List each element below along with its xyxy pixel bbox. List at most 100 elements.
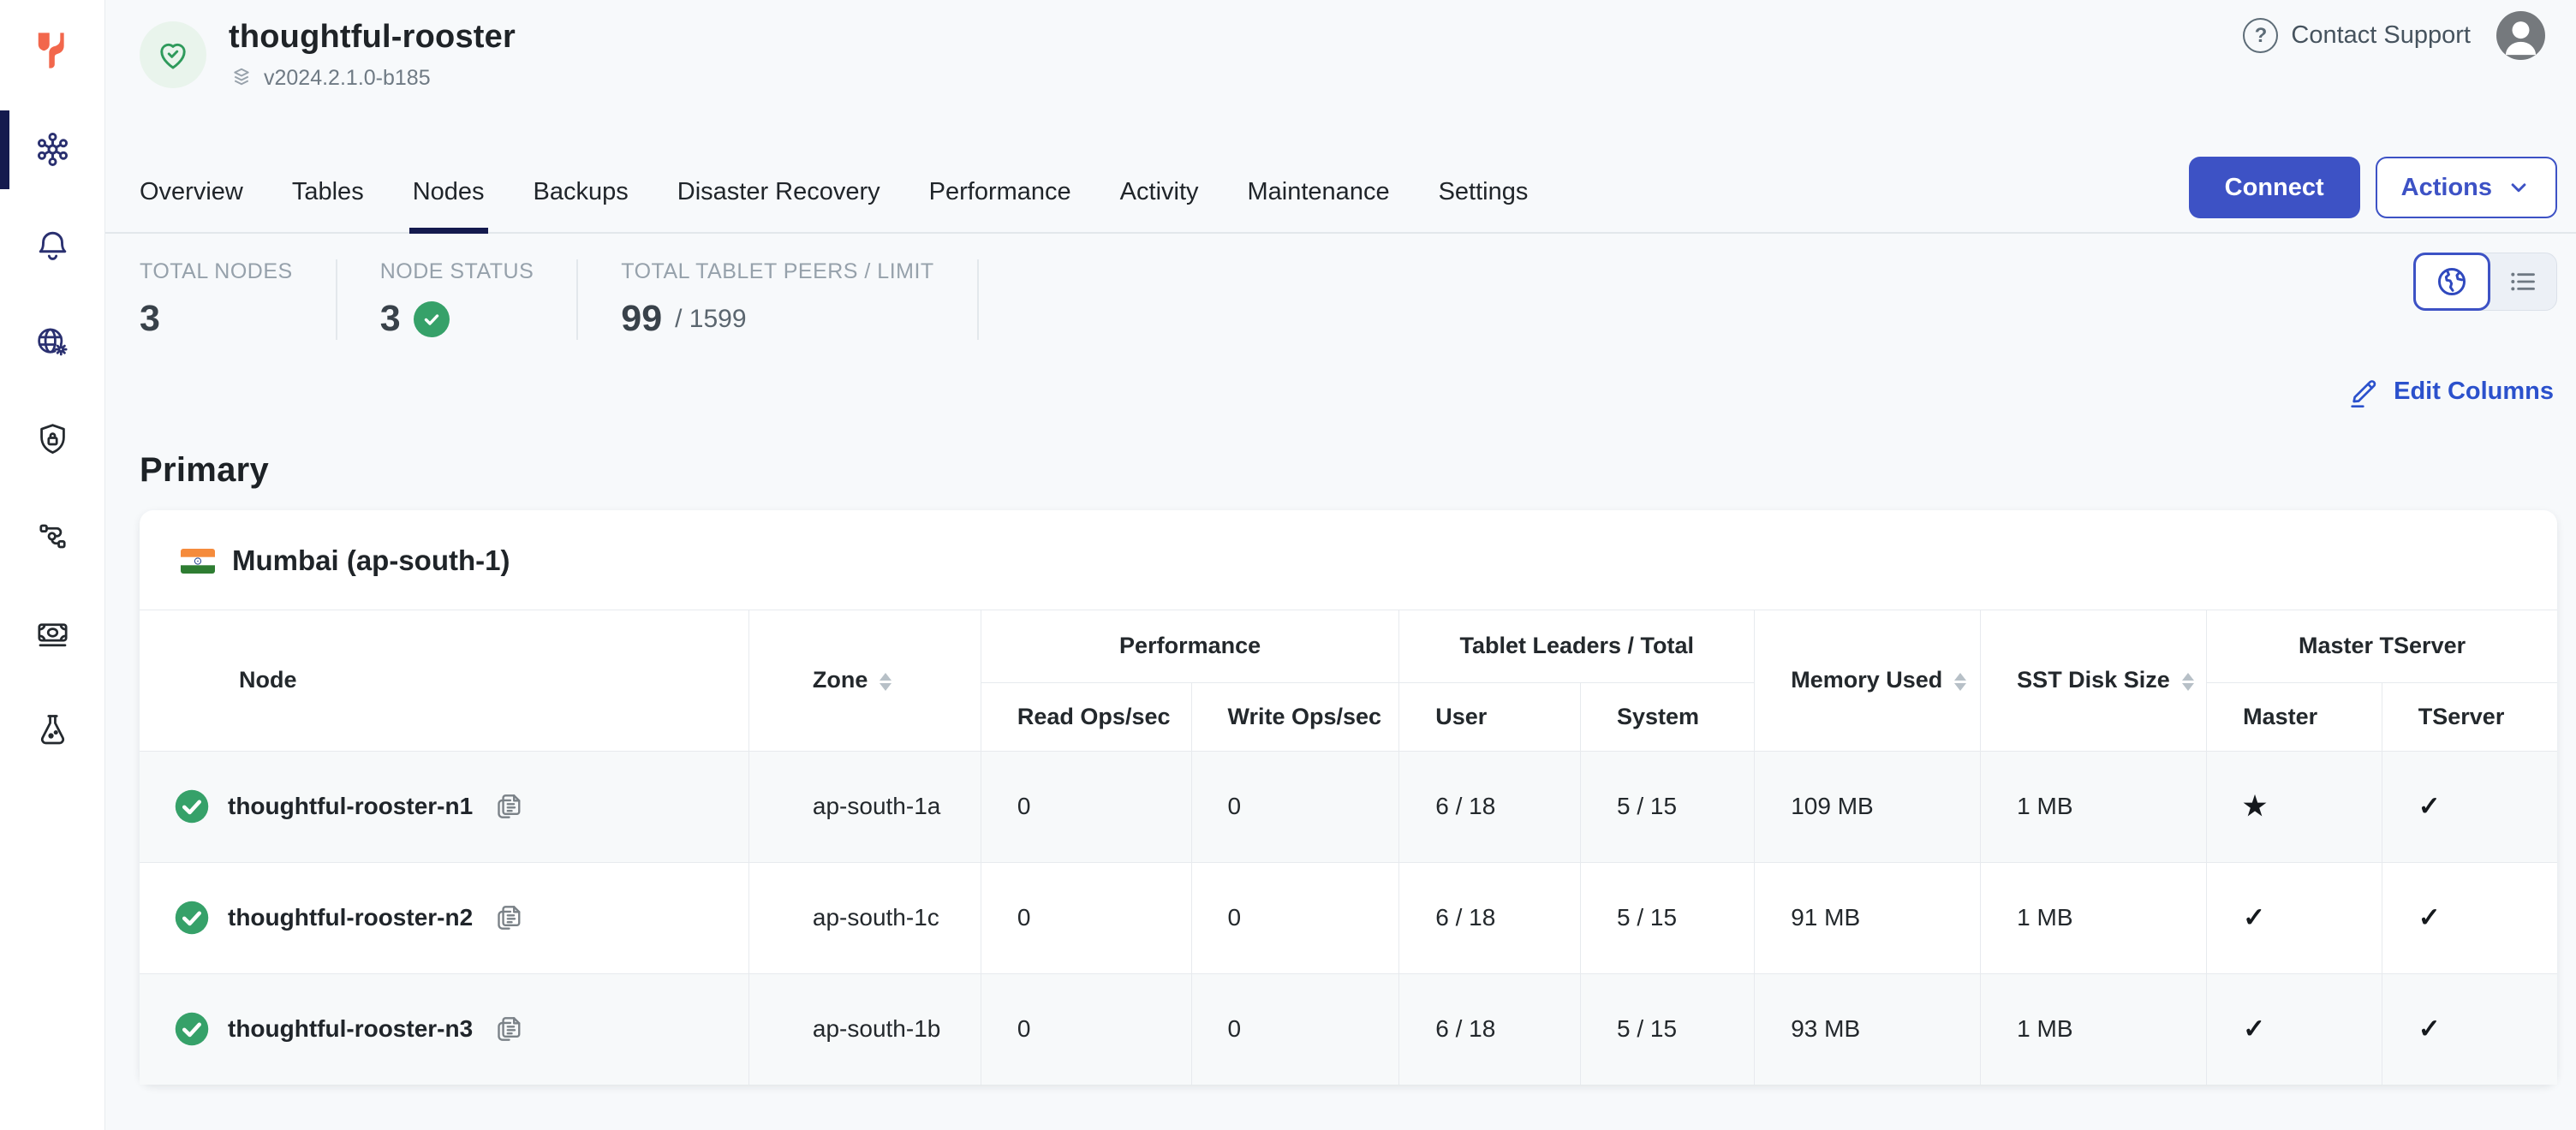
sort-icon: [2182, 673, 2194, 691]
sidebar-item-cloud-config[interactable]: [0, 294, 104, 391]
copy-icon: [491, 790, 523, 823]
read-ops-cell: 0: [981, 973, 1191, 1085]
sst-cell: 1 MB: [1981, 751, 2207, 862]
stats-bar: TOTAL NODES 3 NODE STATUS 3 TOTAL TABLET…: [105, 234, 2576, 340]
app-root: thoughtful-rooster v2024.2.1.0-b185 ? Co…: [0, 0, 2576, 1130]
stat-value: 3: [140, 298, 293, 340]
india-flag-icon: [181, 549, 215, 574]
tab-actions: Connect Actions: [2189, 157, 2557, 218]
sidebar-item-alerts[interactable]: [0, 198, 104, 294]
node-row: thoughtful-rooster-n1: [140, 751, 2557, 862]
cluster-section-title: Primary: [140, 451, 2576, 490]
sidebar-item-labs[interactable]: [0, 681, 104, 778]
zone-cell: ap-south-1a: [748, 751, 981, 862]
column-header-zone[interactable]: Zone: [748, 610, 981, 751]
column-header-tserver: TServer: [2382, 682, 2557, 751]
layers-icon: [229, 65, 254, 91]
column-group-tablet-leaders: Tablet Leaders / Total: [1399, 610, 1755, 682]
stat-limit: / 1599: [675, 305, 746, 334]
column-group-master-tserver: Master TServer: [2207, 610, 2557, 682]
main-content: thoughtful-rooster v2024.2.1.0-b185 ? Co…: [105, 0, 2576, 1130]
copy-button[interactable]: [491, 790, 523, 823]
tserver-check: ✓: [2382, 862, 2557, 973]
node-cell: thoughtful-rooster-n2: [140, 862, 748, 973]
sidebar-item-integrations[interactable]: [0, 488, 104, 585]
node-name: thoughtful-rooster-n1: [228, 793, 473, 820]
node-row: thoughtful-rooster-n2: [140, 862, 2557, 973]
globe-icon: [2434, 264, 2470, 300]
list-view-toggle[interactable]: [2490, 253, 2556, 310]
map-view-toggle[interactable]: [2413, 253, 2490, 311]
region-card: Mumbai (ap-south-1) Node Zone Performanc…: [140, 510, 2557, 1085]
list-icon: [2506, 265, 2540, 299]
sidebar: [0, 0, 105, 1130]
tab-maintenance[interactable]: Maintenance: [1248, 178, 1390, 232]
tab-disaster-recovery[interactable]: Disaster Recovery: [677, 178, 880, 232]
sort-icon: [1954, 673, 1966, 691]
flask-icon: [33, 710, 73, 750]
topbar-right: ? Contact Support: [2243, 11, 2545, 60]
yugabyte-logo[interactable]: [0, 0, 104, 101]
copy-icon: [491, 1013, 523, 1045]
column-header-memory[interactable]: Memory Used: [1755, 610, 1981, 751]
column-header-node: Node: [140, 610, 748, 751]
cluster-icon: [33, 129, 73, 170]
tab-nodes[interactable]: Nodes: [413, 178, 485, 232]
contact-support-button[interactable]: ? Contact Support: [2243, 18, 2471, 53]
tserver-check: ✓: [2382, 973, 2557, 1085]
edit-columns-label: Edit Columns: [2394, 378, 2554, 406]
write-ops-cell: 0: [1191, 973, 1399, 1085]
contact-support-label: Contact Support: [2291, 21, 2471, 50]
tab-backups[interactable]: Backups: [534, 178, 629, 232]
actions-button[interactable]: Actions: [2376, 157, 2557, 218]
column-header-user: User: [1399, 682, 1581, 751]
column-header-system: System: [1580, 682, 1754, 751]
tab-settings[interactable]: Settings: [1439, 178, 1529, 232]
universe-version: v2024.2.1.0-b185: [264, 66, 431, 91]
sort-icon: [880, 673, 891, 691]
memory-cell: 93 MB: [1755, 973, 1981, 1085]
region-card-header: Mumbai (ap-south-1): [140, 510, 2557, 610]
user-tablets-cell: 6 / 18: [1399, 862, 1581, 973]
column-header-write-ops: Write Ops/sec: [1191, 682, 1399, 751]
stat-tablet-peers: TOTAL TABLET PEERS / LIMIT 99 / 1599: [621, 259, 978, 340]
column-group-performance: Performance: [981, 610, 1398, 682]
edit-columns-button[interactable]: Edit Columns: [2347, 374, 2554, 408]
edit-columns-row: Edit Columns: [105, 340, 2576, 408]
stat-value: 3: [380, 298, 401, 340]
node-name: thoughtful-rooster-n3: [228, 1015, 473, 1043]
stat-label: TOTAL TABLET PEERS / LIMIT: [621, 259, 933, 284]
tab-activity[interactable]: Activity: [1120, 178, 1199, 232]
sidebar-item-universes[interactable]: [0, 101, 104, 198]
node-cell: thoughtful-rooster-n3: [140, 973, 748, 1085]
user-tablets-cell: 6 / 18: [1399, 751, 1581, 862]
master-check: ✓: [2207, 973, 2382, 1085]
shield-lock-icon: [33, 419, 73, 460]
flow-icon: [33, 516, 73, 556]
user-avatar[interactable]: [2496, 11, 2545, 60]
node-row: thoughtful-rooster-n3: [140, 973, 2557, 1085]
version-row: v2024.2.1.0-b185: [229, 65, 516, 91]
stat-total-nodes: TOTAL NODES 3: [140, 259, 337, 340]
copy-button[interactable]: [491, 901, 523, 934]
column-header-sst[interactable]: SST Disk Size: [1981, 610, 2207, 751]
pencil-icon: [2347, 374, 2382, 408]
stat-value: 99: [621, 298, 662, 340]
sidebar-item-security[interactable]: [0, 391, 104, 488]
master-leader-star: ★: [2207, 751, 2382, 862]
memory-cell: 109 MB: [1755, 751, 1981, 862]
connect-button[interactable]: Connect: [2189, 157, 2360, 218]
globe-gear-icon: [33, 323, 73, 363]
copy-button[interactable]: [491, 1013, 523, 1045]
healthy-status-icon: [174, 900, 210, 936]
tab-tables[interactable]: Tables: [292, 178, 364, 232]
healthy-status-icon: [174, 1011, 210, 1047]
tab-performance[interactable]: Performance: [929, 178, 1071, 232]
stat-label: NODE STATUS: [380, 259, 534, 284]
sidebar-item-billing[interactable]: [0, 585, 104, 681]
tab-overview[interactable]: Overview: [140, 178, 243, 232]
nodes-table: Node Zone Performance Tablet Leaders / T…: [140, 610, 2557, 1085]
title-block: thoughtful-rooster v2024.2.1.0-b185: [229, 19, 516, 91]
stat-label: TOTAL NODES: [140, 259, 293, 284]
sst-cell: 1 MB: [1981, 973, 2207, 1085]
